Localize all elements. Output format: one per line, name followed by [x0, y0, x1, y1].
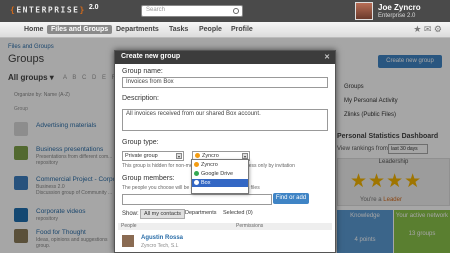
show-label: Show:	[122, 211, 139, 217]
nav-tasks[interactable]: Tasks	[165, 25, 192, 34]
members-table-header: People Permissions	[118, 223, 332, 230]
avatar	[122, 235, 134, 247]
search-input[interactable]: Search	[141, 5, 243, 17]
nav-home[interactable]: Home	[20, 25, 47, 34]
avatar[interactable]	[355, 2, 373, 20]
group-name-field[interactable]: Invoices from Box	[122, 77, 328, 88]
members-label: Group members:	[122, 175, 175, 182]
dropdown-option-zyncro[interactable]: Zyncro	[192, 161, 248, 169]
nav-files-and-groups[interactable]: Files and Groups	[47, 25, 113, 34]
user-subtitle: Enterprise 2.0	[378, 13, 416, 19]
source-dropdown[interactable]: Zyncro Google Drive Box	[191, 159, 249, 194]
person-name[interactable]: Agustin Rossa	[141, 235, 183, 241]
group-type-select[interactable]: Private group ▾	[122, 151, 184, 161]
google-drive-icon	[194, 171, 199, 176]
find-or-add-button[interactable]: Find or add	[273, 193, 309, 204]
user-name[interactable]: Joe Zyncro	[378, 3, 421, 12]
dropdown-option-google-drive[interactable]: Google Drive	[192, 170, 248, 178]
notification-icons[interactable]: ★ ✉ ⚙	[413, 24, 442, 35]
box-icon	[194, 180, 199, 185]
zyncro-icon	[195, 153, 200, 158]
person-company: Zyncro Tech, S.L	[141, 243, 179, 249]
nav-departments[interactable]: Departments	[112, 25, 163, 34]
tab-departments[interactable]: Departments	[182, 209, 220, 217]
chevron-down-icon: ▾	[176, 153, 182, 159]
tab-all-contacts[interactable]: All my contacts	[140, 209, 185, 219]
nav-people[interactable]: People	[195, 25, 226, 34]
description-field[interactable]: All invoices received from our shared Bo…	[122, 109, 328, 131]
modal-title: Create new group ✕	[115, 51, 335, 64]
group-name-label: Group name:	[122, 68, 163, 75]
member-search-field[interactable]	[122, 194, 272, 205]
app-logo[interactable]: {ENTERPRISE} 2.0	[10, 4, 99, 15]
top-bar: {ENTERPRISE} 2.0 Search Joe Zyncro Enterp…	[0, 0, 450, 22]
dropdown-option-box[interactable]: Box	[192, 179, 248, 187]
search-icon[interactable]	[233, 8, 239, 14]
tab-selected[interactable]: Selected (0)	[220, 209, 256, 217]
main-nav: Home Files and Groups Departments Tasks …	[0, 22, 450, 38]
description-label: Description:	[122, 95, 159, 102]
group-type-label: Group type:	[122, 139, 159, 146]
close-icon[interactable]: ✕	[324, 53, 330, 61]
create-group-modal: Create new group ✕ Group name: Invoices …	[114, 50, 336, 253]
nav-profile[interactable]: Profile	[227, 25, 257, 34]
zyncro-icon	[194, 162, 199, 167]
